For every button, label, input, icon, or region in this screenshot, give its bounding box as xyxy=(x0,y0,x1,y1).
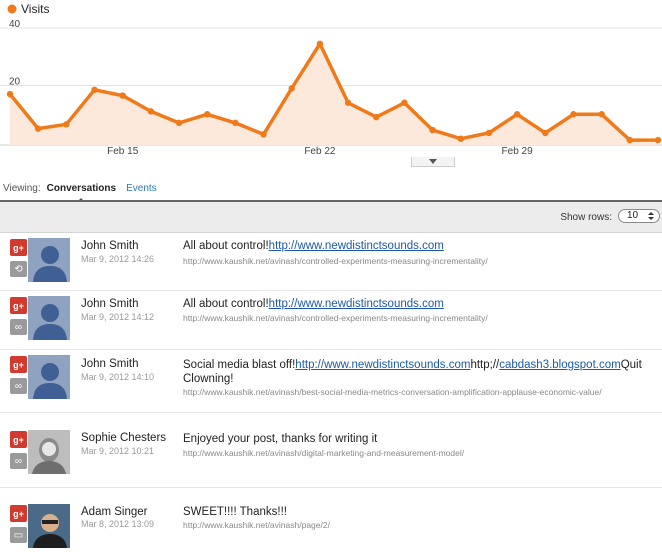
post-text: Enjoyed your post, thanks for writing it xyxy=(183,433,378,445)
data-point[interactable] xyxy=(6,90,14,98)
avatar[interactable] xyxy=(28,238,70,282)
x-tick-label: Feb 15 xyxy=(107,146,139,157)
avatar[interactable] xyxy=(28,430,70,474)
data-point[interactable] xyxy=(429,126,436,134)
avatar[interactable] xyxy=(28,296,70,340)
google-plus-icon: g+ xyxy=(10,431,27,448)
post-time: Mar 9, 2012 14:26 xyxy=(81,254,155,264)
data-point[interactable] xyxy=(147,108,155,115)
viewing-tabs: Viewing: Conversations Events xyxy=(3,183,157,203)
post-text: All about control!http://www.newdistinct… xyxy=(183,298,444,310)
data-point[interactable] xyxy=(485,129,493,137)
source-url[interactable]: http://www.kaushik.net/avinash/page/2/ xyxy=(183,520,330,530)
post-text: Social media blast off!http://www.newdis… xyxy=(183,359,642,385)
data-point[interactable] xyxy=(373,113,380,121)
chevron-down-icon xyxy=(429,159,437,164)
google-plus-icon: g+ xyxy=(10,505,27,522)
data-point[interactable] xyxy=(119,92,126,99)
stepper-arrows-icon xyxy=(648,212,656,220)
data-point[interactable] xyxy=(232,119,239,127)
x-tick-label: Feb 22 xyxy=(304,146,336,157)
post-link-2[interactable]: cabdash3.blogspot.com xyxy=(499,359,620,371)
y-tick-label: 40 xyxy=(9,19,21,30)
post-link[interactable]: http://www.newdistinctsounds.com xyxy=(269,298,444,310)
legend-label: Visits xyxy=(21,2,49,16)
data-point[interactable] xyxy=(316,40,324,48)
link-icon: ∞ xyxy=(10,319,27,335)
google-plus-icon: g+ xyxy=(10,356,27,373)
source-url[interactable]: http://www.kaushik.net/avinash/best-soci… xyxy=(183,387,602,397)
google-plus-icon: g+ xyxy=(10,297,27,314)
data-point[interactable] xyxy=(457,135,464,142)
legend-swatch xyxy=(7,4,17,14)
source-url[interactable]: http://www.kaushik.net/avinash/digital-m… xyxy=(183,448,464,458)
post-time: Mar 8, 2012 13:09 xyxy=(81,519,155,529)
post-time: Mar 9, 2012 14:12 xyxy=(81,312,155,322)
table-row: g+ ∞ John Smith Mar 9, 2012 14:10 Social… xyxy=(0,350,662,413)
data-point[interactable] xyxy=(63,121,70,128)
post-time: Mar 9, 2012 10:21 xyxy=(81,446,155,456)
source-url[interactable]: http://www.kaushik.net/avinash/controlle… xyxy=(183,256,488,266)
data-point[interactable] xyxy=(598,111,605,118)
post-text: All about control!http://www.newdistinct… xyxy=(183,240,444,252)
avatar[interactable] xyxy=(28,504,70,548)
link-icon: ∞ xyxy=(10,378,27,394)
tab-conversations[interactable]: Conversations xyxy=(47,183,116,203)
data-point[interactable] xyxy=(401,99,408,106)
data-point[interactable] xyxy=(175,119,183,127)
show-rows-label: Show rows: xyxy=(560,212,612,223)
visits-chart: Feb 15 Feb 22 Feb 29 40 20 Visits xyxy=(0,2,662,157)
data-point[interactable] xyxy=(626,136,634,144)
source-url[interactable]: http://www.kaushik.net/avinash/controlle… xyxy=(183,313,488,323)
avatar[interactable] xyxy=(28,355,70,399)
chart-area xyxy=(10,43,658,145)
post-link[interactable]: http://www.newdistinctsounds.com xyxy=(269,240,444,252)
post-text: SWEET!!!! Thanks!!! xyxy=(183,506,287,518)
author-name[interactable]: John Smith xyxy=(81,298,139,310)
table-row: g+ ∞ Sophie Chesters Mar 9, 2012 10:21 E… xyxy=(0,413,662,488)
author-name[interactable]: Sophie Chesters xyxy=(81,432,166,444)
data-point[interactable] xyxy=(91,86,98,94)
y-tick-label: 20 xyxy=(9,77,21,88)
table-row: g+ ▭ Adam Singer Mar 8, 2012 13:09 SWEET… xyxy=(0,488,662,552)
table-row: g+ ⟲ John Smith Mar 9, 2012 14:26 All ab… xyxy=(0,233,662,291)
reshare-icon: ⟲ xyxy=(10,261,27,277)
data-point[interactable] xyxy=(654,136,662,144)
author-name[interactable]: John Smith xyxy=(81,240,139,252)
author-name[interactable]: John Smith xyxy=(81,358,139,370)
data-point[interactable] xyxy=(513,111,521,118)
author-name[interactable]: Adam Singer xyxy=(81,506,147,518)
post-link[interactable]: http://www.newdistinctsounds.com xyxy=(295,359,470,371)
data-point[interactable] xyxy=(260,131,267,138)
comment-icon: ▭ xyxy=(10,527,27,543)
data-point[interactable] xyxy=(542,129,549,137)
show-rows-select[interactable]: 10 xyxy=(618,209,660,223)
data-point[interactable] xyxy=(204,111,211,118)
collapse-chart-button[interactable] xyxy=(411,157,455,167)
data-point[interactable] xyxy=(288,85,295,92)
tab-events[interactable]: Events xyxy=(126,183,157,194)
link-icon: ∞ xyxy=(10,453,27,469)
viewing-label: Viewing: xyxy=(3,183,41,194)
table-toolbar: Show rows: 10 xyxy=(0,202,662,233)
data-point[interactable] xyxy=(570,111,577,118)
x-tick-label: Feb 29 xyxy=(502,146,534,157)
post-time: Mar 9, 2012 14:10 xyxy=(81,372,155,382)
data-point[interactable] xyxy=(34,125,42,132)
table-row: g+ ∞ John Smith Mar 9, 2012 14:12 All ab… xyxy=(0,291,662,350)
google-plus-icon: g+ xyxy=(10,239,27,256)
data-point[interactable] xyxy=(344,99,352,106)
show-rows-value: 10 xyxy=(627,210,639,221)
